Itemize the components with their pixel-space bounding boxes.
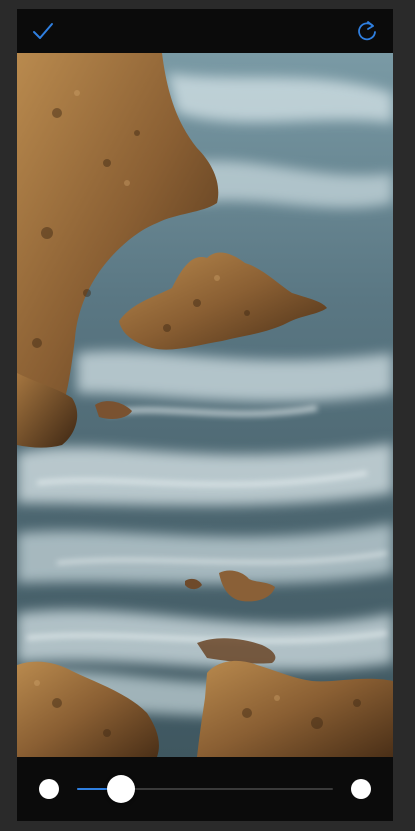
rotate-button[interactable] (353, 17, 381, 45)
max-indicator-dot[interactable] (351, 779, 371, 799)
rotate-clockwise-icon (358, 21, 376, 41)
confirm-button[interactable] (29, 17, 57, 45)
editor-frame (17, 9, 393, 821)
checkmark-icon (33, 23, 53, 39)
slider-thumb[interactable] (106, 775, 135, 803)
min-indicator-dot[interactable] (39, 779, 59, 799)
bottom-controls (17, 757, 393, 821)
adjustment-slider[interactable] (77, 775, 333, 803)
top-toolbar (17, 9, 393, 53)
coastline-photo (17, 53, 393, 757)
photo-preview (17, 53, 393, 757)
